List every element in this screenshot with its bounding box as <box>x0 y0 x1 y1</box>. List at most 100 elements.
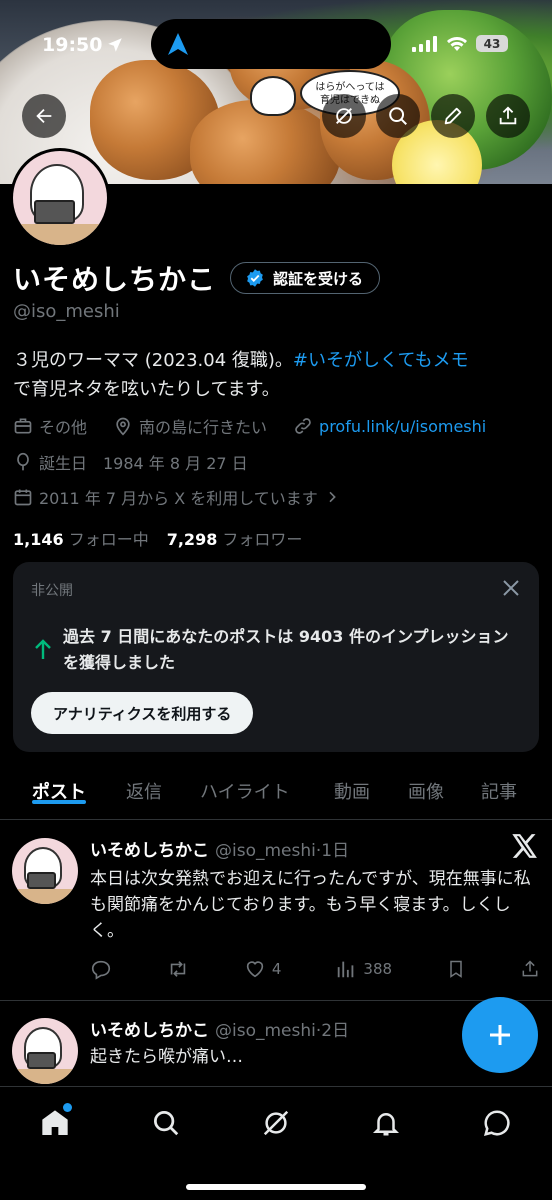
profile-location: 南の島に行きたい <box>139 418 268 437</box>
edit-button[interactable] <box>431 94 475 138</box>
post-actions: 4 388 <box>90 958 540 980</box>
profile-bio: ３児のワーママ (2023.04 復職)。#いそがしくてもメモ で育児ネタを呟い… <box>13 346 543 404</box>
plus-icon <box>490 1025 510 1045</box>
followers-count: 7,298 <box>166 530 218 549</box>
post-item[interactable]: いそめしちかこ @iso_meshi·1日 本日は次女発熱でお迎えに行ったんです… <box>0 822 552 1002</box>
get-verified-button[interactable]: 認証を受ける <box>230 262 381 294</box>
profile-handle: @iso_meshi <box>13 301 120 322</box>
verified-badge-icon <box>247 269 263 287</box>
heart-icon <box>246 961 264 978</box>
share-post-button[interactable] <box>520 958 540 980</box>
navigation-arrow-icon <box>167 32 189 60</box>
banner-onigiri-stamp <box>250 76 296 116</box>
repost-button[interactable] <box>166 958 190 980</box>
back-button[interactable] <box>22 94 66 138</box>
location-arrow-icon <box>106 36 124 58</box>
post-author-handle: @iso_meshi·1日 <box>215 841 350 861</box>
bookmark-button[interactable] <box>446 958 466 980</box>
post-divider <box>0 1000 552 1001</box>
post-avatar[interactable] <box>12 838 78 904</box>
profile-tabs: ポスト 返信 ハイライト 動画 画像 記事 <box>0 768 552 820</box>
chevron-right-icon <box>329 491 336 503</box>
followers-label: フォロワー <box>222 530 303 549</box>
profile-link[interactable]: profu.link/u/isomeshi <box>319 417 486 436</box>
card-title: 非公開 <box>31 583 73 599</box>
status-indicators: 43 <box>412 35 508 52</box>
close-icon <box>503 580 519 596</box>
reply-button[interactable] <box>90 958 112 980</box>
status-time: 19:50 <box>42 34 103 56</box>
post-author-handle: @iso_meshi·2日 <box>215 1021 350 1041</box>
post-text: 本日は次女発熱でお迎えに行ったんですが、現在無事に私も関節痛をかんじております。… <box>90 869 531 941</box>
profile-category: その他 <box>39 418 88 437</box>
profile-joined: 2011 年 7 月から X を利用しています <box>39 489 318 508</box>
profile-name: いそめしちかこ <box>13 263 217 296</box>
tab-articles[interactable]: 記事 <box>481 768 517 804</box>
following-count: 1,146 <box>13 530 64 549</box>
link-icon <box>295 418 311 434</box>
following-link[interactable]: 1,146 フォロー中 <box>13 526 149 550</box>
grok-button[interactable] <box>322 94 366 138</box>
nav-grok[interactable] <box>251 1103 301 1143</box>
share-icon <box>522 960 538 977</box>
profile-joined-row[interactable]: 2011 年 7 月から X を利用しています <box>13 485 340 509</box>
like-count: 4 <box>271 960 282 978</box>
location-pin-icon <box>116 417 130 436</box>
dynamic-island <box>151 19 391 69</box>
avatar-illustration <box>13 151 107 245</box>
following-label: フォロー中 <box>68 530 149 549</box>
nav-notifications[interactable] <box>361 1103 411 1143</box>
card-close-button[interactable] <box>499 576 523 604</box>
home-indicator <box>186 1184 366 1190</box>
edit-icon <box>444 107 462 125</box>
tab-videos[interactable]: 動画 <box>334 768 370 804</box>
profile-meta-row: その他 南の島に行きたい profu.link/u/isomeshi <box>13 414 486 438</box>
tab-highlights[interactable]: ハイライト <box>200 768 290 804</box>
bio-text-2: で育児ネタを呟いたりしてます。 <box>13 379 280 400</box>
followers-link[interactable]: 7,298 フォロワー <box>167 526 303 550</box>
battery-indicator: 43 <box>476 35 508 52</box>
signal-icon <box>412 35 437 52</box>
search-icon <box>153 1111 178 1136</box>
bell-icon <box>373 1113 400 1136</box>
calendar-icon <box>14 489 32 506</box>
nav-search[interactable] <box>141 1103 191 1143</box>
nav-messages[interactable] <box>472 1103 522 1143</box>
x-logo-icon <box>512 834 538 862</box>
profile-birthday-row: 誕生日 1984 年 8 月 27 日 <box>13 450 248 474</box>
use-analytics-button[interactable]: アナリティクスを利用する <box>31 692 254 734</box>
tab-images[interactable]: 画像 <box>408 768 444 804</box>
get-verified-label: 認証を受ける <box>273 269 364 288</box>
views-button[interactable]: 388 <box>335 958 392 980</box>
back-arrow-icon <box>36 108 52 124</box>
bio-hashtag-link[interactable]: #いそがしくてもメモ <box>293 350 469 371</box>
view-count: 388 <box>363 960 393 978</box>
like-button[interactable]: 4 <box>244 958 282 980</box>
follow-stats: 1,146 フォロー中 7,298 フォロワー <box>13 526 302 550</box>
bookmark-icon <box>450 960 462 978</box>
profile-birthday: 誕生日 1984 年 8 月 27 日 <box>39 454 248 473</box>
views-chart-icon <box>338 961 354 978</box>
grok-icon <box>263 1110 289 1136</box>
share-button[interactable] <box>486 94 530 138</box>
search-icon <box>389 107 407 125</box>
tab-posts[interactable]: ポスト <box>32 768 86 804</box>
post-author-name[interactable]: いそめしちかこ <box>90 1016 209 1041</box>
profile-avatar[interactable] <box>10 148 110 248</box>
compose-post-button[interactable] <box>462 997 538 1073</box>
tab-replies[interactable]: 返信 <box>126 768 162 804</box>
bottom-navigation <box>0 1086 552 1200</box>
post-avatar[interactable] <box>12 1018 78 1084</box>
arrow-up-icon <box>33 638 53 664</box>
briefcase-icon <box>14 418 32 434</box>
search-button[interactable] <box>376 94 420 138</box>
card-message: 過去 7 日間にあなたのポストは 9403 件のインプレッションを獲得しました <box>63 627 509 672</box>
share-icon <box>499 106 517 125</box>
post-header: いそめしちかこ @iso_meshi·1日 <box>90 836 349 861</box>
post-author-name[interactable]: いそめしちかこ <box>90 836 209 861</box>
private-analytics-card: 非公開 過去 7 日間にあなたのポストは 9403 件のインプレッションを獲得し… <box>13 562 539 752</box>
repost-icon <box>170 961 186 977</box>
post-header: いそめしちかこ @iso_meshi·2日 <box>90 1016 349 1041</box>
nav-home[interactable] <box>30 1103 80 1143</box>
balloon-icon <box>17 452 29 471</box>
